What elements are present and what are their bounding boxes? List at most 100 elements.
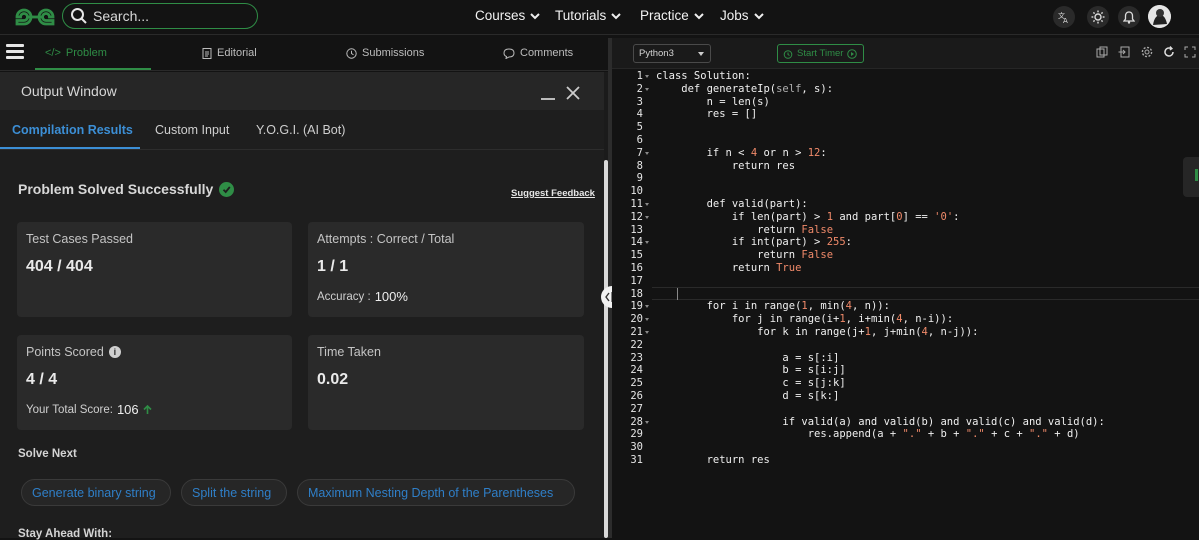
attempts-card: Attempts : Correct / Total 1 / 1 Accurac… xyxy=(308,222,584,317)
nav-practice-label: Practice xyxy=(640,8,689,23)
output-window-header: Output Window xyxy=(0,72,604,110)
code-line[interactable]: class Solution: xyxy=(656,70,751,83)
code-line[interactable]: res = [] xyxy=(656,108,758,121)
code-line[interactable]: return res xyxy=(656,454,770,467)
attempts-value: 1 / 1 xyxy=(317,258,349,275)
line-number: 1 xyxy=(636,70,643,82)
bell-icon[interactable] xyxy=(1118,6,1140,28)
top-navbar: Search... Courses Tutorials Practice Job… xyxy=(0,0,1199,35)
fold-arrow-icon[interactable] xyxy=(645,331,649,334)
code-line[interactable]: if len(part) > 1 and part[0] == '0': xyxy=(656,211,960,224)
code-line[interactable]: n = len(s) xyxy=(656,96,770,109)
line-number: 14 xyxy=(630,236,643,249)
code-line[interactable]: c = s[j:k] xyxy=(656,377,845,390)
close-icon[interactable] xyxy=(566,86,580,100)
fold-arrow-icon[interactable] xyxy=(645,241,649,245)
solve-next-chip[interactable]: Generate binary string xyxy=(21,479,171,506)
fold-arrow-icon[interactable] xyxy=(645,203,649,206)
info-icon[interactable]: i xyxy=(108,346,121,358)
code-line[interactable]: return False xyxy=(656,249,833,262)
minimize-icon[interactable] xyxy=(541,98,555,100)
line-number: 27 xyxy=(630,402,643,415)
code-line[interactable]: for k in range(j+1, j+min(4, n-j)): xyxy=(656,326,978,339)
line-number: 6 xyxy=(636,134,643,146)
test-cases-card: Test Cases Passed 404 / 404 xyxy=(17,222,292,317)
line-number: 8 xyxy=(636,159,643,172)
code-line[interactable]: if n < 4 or n > 12: xyxy=(656,147,827,160)
language-select[interactable]: Python3 xyxy=(633,44,711,63)
solve-next-chip[interactable]: Maximum Nesting Depth of the Parentheses xyxy=(297,479,575,506)
line-number: 9 xyxy=(636,172,643,185)
output-tabs: Compilation Results Custom Input Y.O.G.I… xyxy=(0,112,604,148)
gfg-logo-icon[interactable] xyxy=(14,6,56,28)
translate-icon[interactable]: 文A xyxy=(1053,6,1075,28)
tab-compilation-results[interactable]: Compilation Results xyxy=(12,123,133,137)
fold-arrow-icon[interactable] xyxy=(645,215,649,219)
line-number: 12 xyxy=(630,210,643,223)
reset-icon[interactable] xyxy=(1163,46,1175,58)
line-number: 13 xyxy=(630,223,643,236)
points-label-wrap: Points Scored i xyxy=(26,345,121,359)
chevron-down-icon xyxy=(694,12,704,19)
comment-icon xyxy=(503,47,515,59)
settings-gear-icon[interactable] xyxy=(1141,46,1153,58)
code-line[interactable]: for j in range(i+1, i+min(4, n-i)): xyxy=(656,313,953,326)
tab-problem[interactable]: </> Problem xyxy=(45,47,107,59)
fold-arrow-icon[interactable] xyxy=(645,87,649,91)
code-line[interactable]: return res xyxy=(656,160,795,173)
search-box[interactable]: Search... xyxy=(62,3,258,29)
menu-icon[interactable] xyxy=(6,44,24,60)
code-line[interactable]: res.append(a + "." + b + "." + c + "." +… xyxy=(656,428,1080,441)
result-status-text: Problem Solved Successfully xyxy=(18,181,214,197)
code-line[interactable]: return True xyxy=(656,262,802,275)
code-line[interactable]: def valid(part): xyxy=(656,198,808,211)
line-number: 16 xyxy=(630,262,643,274)
code-line[interactable]: return False xyxy=(656,224,833,237)
code-line[interactable]: def generateIp(self, s): xyxy=(656,83,833,96)
theme-toggle-icon[interactable] xyxy=(1087,6,1109,28)
chevron-down-icon xyxy=(753,12,764,19)
points-card: Points Scored i 4 / 4 Your Total Score: … xyxy=(17,335,292,430)
text-cursor xyxy=(677,288,678,300)
code-line[interactable]: b = s[i:j] xyxy=(656,364,845,377)
active-tab-indicator xyxy=(35,68,151,70)
nav-jobs[interactable]: Jobs xyxy=(720,8,765,23)
line-number: 11 xyxy=(630,198,643,210)
code-line[interactable]: d = s[k:] xyxy=(656,390,839,403)
tab-submissions[interactable]: Submissions xyxy=(346,47,424,59)
user-avatar[interactable] xyxy=(1148,5,1171,28)
solve-next-chip[interactable]: Split the string xyxy=(181,479,287,506)
output-window: Output Window Compilation Results Custom… xyxy=(0,72,604,540)
import-file-icon[interactable] xyxy=(1118,46,1130,58)
problem-tabs-bar: </> Problem Editorial Submissions Commen… xyxy=(0,38,608,71)
nav-practice[interactable]: Practice xyxy=(640,8,705,23)
fold-arrow-icon[interactable] xyxy=(645,318,649,322)
line-number: 24 xyxy=(630,364,643,377)
stay-ahead-heading: Stay Ahead With: xyxy=(18,528,113,540)
tab-editorial[interactable]: Editorial xyxy=(202,47,257,59)
code-line[interactable]: if int(part) > 255: xyxy=(656,236,852,249)
line-number: 25 xyxy=(630,377,643,390)
fold-arrow-icon[interactable] xyxy=(645,151,649,155)
code-line[interactable]: a = s[:i] xyxy=(656,352,839,365)
alarm-icon xyxy=(783,49,793,59)
nav-tutorials[interactable]: Tutorials xyxy=(555,8,622,23)
line-number: 20 xyxy=(630,313,643,326)
nav-courses[interactable]: Courses xyxy=(475,8,541,23)
code-line[interactable]: for i in range(1, min(4, n)): xyxy=(656,300,890,313)
tab-custom-input[interactable]: Custom Input xyxy=(155,123,229,137)
current-line-highlight xyxy=(652,287,1199,300)
caret-down-icon xyxy=(698,52,704,56)
copy-icon[interactable] xyxy=(1096,46,1108,58)
tab-comments[interactable]: Comments xyxy=(503,47,573,59)
clock-icon xyxy=(346,47,357,59)
start-timer-button[interactable]: Start Timer xyxy=(777,44,864,63)
fold-arrow-icon[interactable] xyxy=(645,75,649,78)
suggest-feedback-link[interactable]: Suggest Feedback xyxy=(511,188,595,199)
fold-arrow-icon[interactable] xyxy=(645,305,649,309)
side-panel-toggle[interactable] xyxy=(1183,157,1199,197)
fold-arrow-icon[interactable] xyxy=(645,420,649,424)
code-line[interactable]: if valid(a) and valid(b) and valid(c) an… xyxy=(656,416,1104,429)
tab-yogi-ai-bot[interactable]: Y.O.G.I. (AI Bot) xyxy=(256,123,345,137)
fullscreen-icon[interactable] xyxy=(1184,46,1196,58)
